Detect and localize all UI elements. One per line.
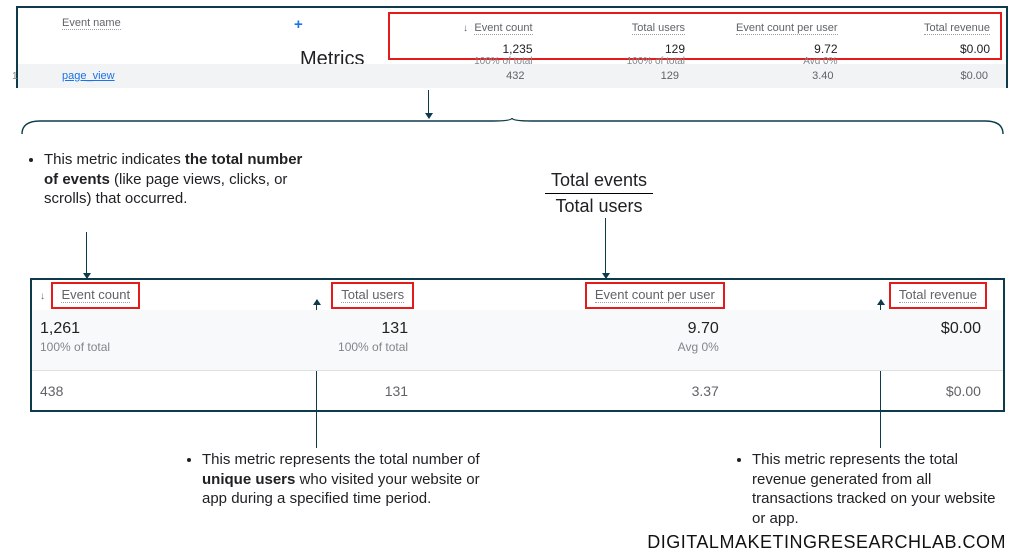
total-users-header: Total users — [632, 22, 685, 35]
connector-event-count — [86, 232, 87, 278]
total-users-col[interactable]: Total users — [197, 282, 430, 309]
total-rev-col[interactable]: Total revenue — [741, 282, 1003, 309]
sort-desc-icon: ↓ — [463, 23, 468, 34]
sum-ecpu: 9.70 Avg 0% — [430, 310, 741, 370]
note-total-users: This metric represents the total number … — [184, 450, 484, 509]
total-rev-header-2: Total revenue — [899, 287, 977, 303]
event-count-header-cell[interactable]: ↓ Event count 1,235 100% of total — [390, 14, 543, 58]
page-view-link[interactable]: page_view — [62, 70, 115, 82]
total-rev-header: Total revenue — [924, 22, 990, 35]
fraction-formula: Total events Total users — [545, 170, 653, 217]
row-ecpu: 3.40 — [697, 70, 852, 82]
total-rev-header-cell[interactable]: Total revenue $0.00 — [848, 14, 1001, 58]
second-analytics-panel: ↓ Event count Total users Event count pe… — [30, 278, 1005, 412]
table-row: page_view 432 129 3.40 $0.00 — [18, 64, 1006, 88]
event-count-total: 1,235 — [394, 42, 533, 56]
row-total-rev: $0.00 — [852, 70, 1007, 82]
row2-total-users: 131 — [197, 383, 430, 399]
note-total-revenue: This metric represents the total revenue… — [734, 450, 1004, 528]
event-count-col[interactable]: ↓ Event count — [32, 282, 197, 309]
add-dimension-button[interactable]: + — [294, 16, 303, 33]
fraction-bottom: Total users — [545, 194, 653, 217]
ecpu-total: 9.72 — [699, 42, 838, 56]
top-analytics-panel: Event name + Metrics ↓ Event count 1,235… — [16, 6, 1008, 88]
metrics-header-highlight: ↓ Event count 1,235 100% of total Total … — [388, 12, 1002, 60]
ecpu-col[interactable]: Event count per user — [430, 282, 741, 309]
connector-fraction — [605, 218, 606, 278]
event-name-column: Event name — [28, 8, 388, 31]
total-users-header-2: Total users — [341, 287, 404, 303]
row2-total-rev: $0.00 — [741, 383, 1003, 399]
ecpu-header-cell[interactable]: Event count per user 9.72 Avg 0% — [695, 14, 848, 58]
row-index: 1 — [12, 71, 18, 82]
total-users-header-cell[interactable]: Total users 129 100% of total — [543, 14, 696, 58]
sum-total-rev: $0.00 — [741, 310, 1003, 370]
row2-event-count: 438 — [32, 383, 197, 399]
total-rev-total: $0.00 — [852, 42, 991, 56]
sort-desc-icon: ↓ — [40, 291, 45, 302]
brace-connector — [20, 118, 1005, 134]
ecpu-header-2: Event count per user — [595, 287, 715, 303]
second-panel-summary: 1,261 100% of total 131 100% of total 9.… — [32, 310, 1003, 370]
row2-ecpu: 3.37 — [430, 383, 741, 399]
event-name-header: Event name — [62, 17, 121, 30]
row-event-name: page_view — [18, 70, 388, 82]
arrow-down-icon — [428, 90, 429, 118]
fraction-top: Total events — [545, 170, 653, 194]
row-event-count: 432 — [388, 70, 543, 82]
second-panel-headers: ↓ Event count Total users Event count pe… — [32, 280, 1003, 310]
note-event-count: This metric indicates the total number o… — [26, 150, 306, 209]
event-count-header: Event count — [474, 22, 532, 35]
second-panel-row: 438 131 3.37 $0.00 — [32, 370, 1003, 410]
total-users-total: 129 — [547, 42, 686, 56]
ecpu-header: Event count per user — [736, 22, 838, 35]
sum-total-users: 131 100% of total — [197, 310, 430, 370]
watermark: DIGITALMAKETINGRESEARCHLAB.COM — [647, 532, 1006, 553]
sum-event-count: 1,261 100% of total — [32, 310, 197, 370]
event-count-header-2: Event count — [61, 287, 130, 303]
row-total-users: 129 — [543, 70, 698, 82]
